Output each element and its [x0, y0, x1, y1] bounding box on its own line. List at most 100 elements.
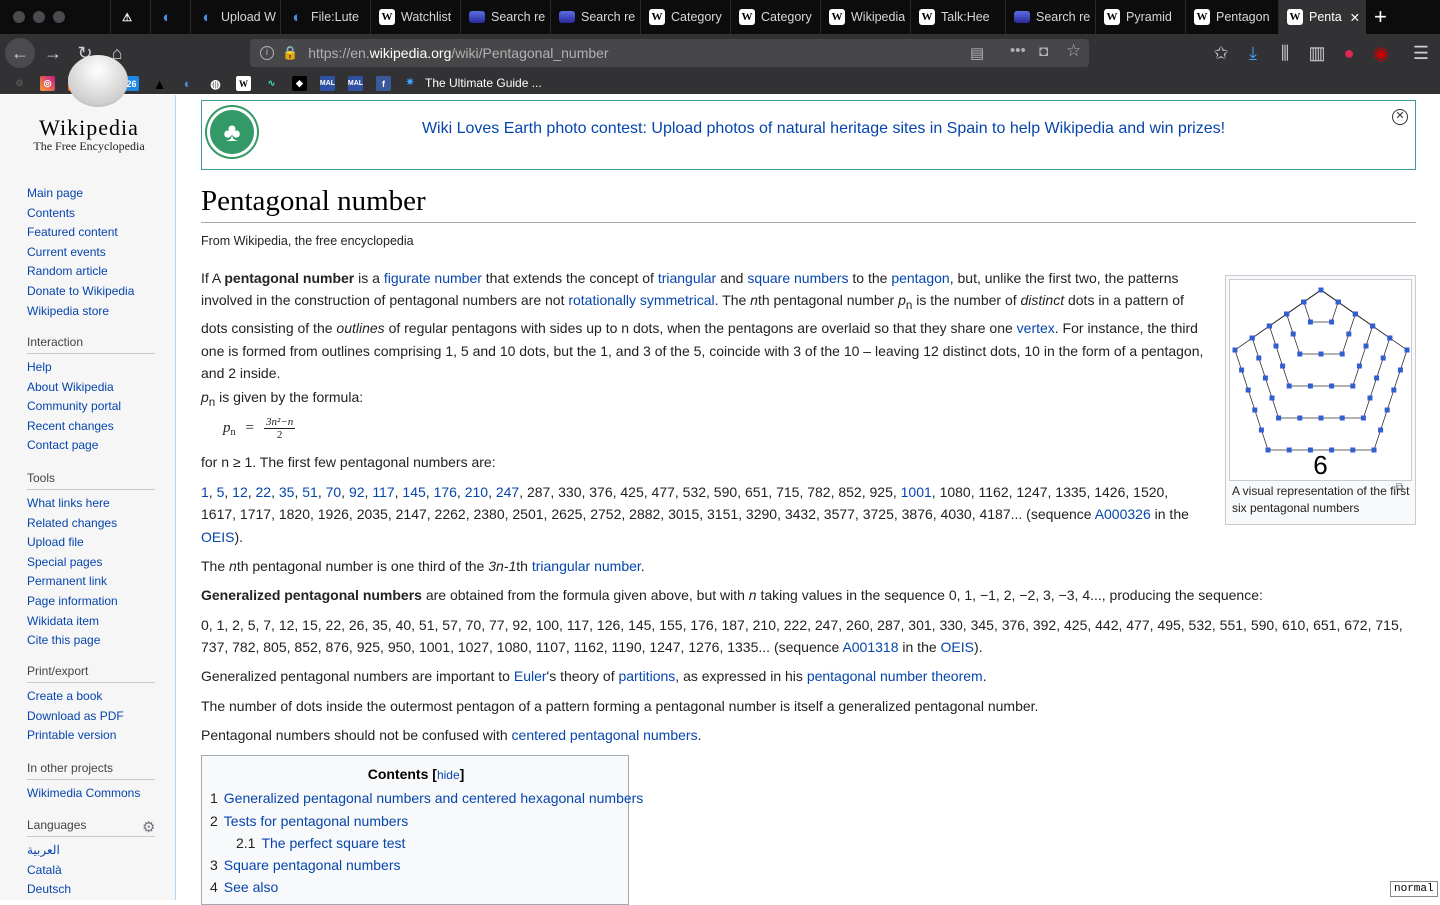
sidebar-link[interactable]: Special pages	[27, 554, 155, 574]
sidebar-link[interactable]: Download as PDF	[27, 708, 155, 728]
bookmark-mal-icon[interactable]: MAL	[320, 76, 335, 91]
sidebar-link[interactable]: Deutsch	[27, 881, 155, 901]
link-triangular[interactable]: triangular	[658, 270, 716, 286]
bookmark-mal-icon[interactable]: MAL	[348, 76, 363, 91]
sequence-number-link[interactable]: 145	[402, 484, 425, 500]
bookmark-icon[interactable]: ◆	[292, 76, 307, 91]
browser-tab[interactable]: ◐ Upload W	[190, 0, 280, 34]
toc-link[interactable]: See also	[224, 879, 278, 895]
link-pentagonal-number-theorem[interactable]: pentagonal number theorem	[807, 668, 983, 684]
banner-link[interactable]: Wiki Loves Earth photo contest: Upload p…	[202, 120, 1440, 138]
link-rotationally-symmetrical[interactable]: rotationally symmetrical	[568, 292, 714, 308]
sequence-number-link[interactable]: 117	[372, 484, 394, 500]
gear-icon[interactable]: ⚙	[142, 818, 155, 836]
sidebar-link[interactable]: What links here	[27, 495, 155, 515]
bookmark-chart-icon[interactable]: ∿	[264, 76, 279, 91]
toc-link[interactable]: The perfect square test	[261, 835, 405, 851]
url-text[interactable]: https://en.wikipedia.org/wiki/Pentagonal…	[308, 45, 608, 61]
library-icon[interactable]: ⫼	[1270, 38, 1300, 68]
sidebar-link[interactable]: Featured content	[27, 224, 155, 244]
url-bar[interactable]: i 🔒 https://en.wikipedia.org/wiki/Pentag…	[250, 39, 1089, 67]
bookmark-icon[interactable]: ◍	[208, 76, 223, 91]
sidebar-link[interactable]: Contact page	[27, 437, 155, 457]
browser-tab[interactable]: Search re	[550, 0, 640, 34]
sequence-number-link[interactable]: 70	[326, 484, 342, 500]
forward-button[interactable]: →	[38, 38, 68, 68]
zoom-window-button[interactable]	[53, 11, 65, 23]
browser-tab[interactable]: W Category	[730, 0, 820, 34]
browser-tab[interactable]: ⚠	[110, 0, 150, 34]
sequence-number-link[interactable]: 51	[302, 484, 318, 500]
browser-tab[interactable]: W Penta ✕	[1278, 0, 1366, 34]
close-icon[interactable]: ✕	[1392, 109, 1408, 125]
sidebar-link[interactable]: Català	[27, 862, 155, 882]
downloads-icon[interactable]: ⤓	[1238, 38, 1268, 68]
sidebar-link[interactable]: Random article	[27, 263, 155, 283]
toc-item[interactable]: 2 Tests for pentagonal numbers	[210, 813, 408, 829]
toc-item[interactable]: 3 Square pentagonal numbers	[210, 857, 400, 873]
browser-tab[interactable]: ◐	[150, 0, 190, 34]
sidebar-link[interactable]: العربية	[27, 842, 155, 862]
link-partitions[interactable]: partitions	[618, 668, 675, 684]
sequence-number-link[interactable]: 247	[496, 484, 519, 500]
toc-hide-link[interactable]: hide	[437, 768, 460, 782]
bookmark-wikipedia-icon[interactable]: W	[236, 76, 251, 91]
link-triangular-number[interactable]: triangular number	[532, 558, 641, 574]
sequence-number-link[interactable]: 5	[217, 484, 225, 500]
link-oeis[interactable]: OEIS	[941, 639, 974, 655]
sequence-number-link[interactable]: 1	[201, 484, 209, 500]
browser-tab[interactable]: Search re	[1005, 0, 1095, 34]
sequence-number-link[interactable]: 35	[279, 484, 295, 500]
sidebar-link[interactable]: Contents	[27, 205, 155, 225]
sidebar-link[interactable]: Recent changes	[27, 418, 155, 438]
browser-tab[interactable]: W Pyramid	[1095, 0, 1185, 34]
sidebar-link[interactable]: Wikimedia Commons	[27, 785, 155, 805]
sequence-number-link[interactable]: 12	[232, 484, 248, 500]
extension-icon[interactable]: ●	[1334, 38, 1364, 68]
bookmarks-menu-icon[interactable]: ✩	[1206, 38, 1236, 68]
bookmark-firefox-icon[interactable]: ◐	[180, 76, 195, 91]
toc-link[interactable]: Tests for pentagonal numbers	[224, 813, 408, 829]
sidebar-link[interactable]: Page information	[27, 593, 155, 613]
minimize-window-button[interactable]	[33, 11, 45, 23]
link-vertex[interactable]: vertex	[1017, 320, 1055, 336]
toc-item[interactable]: 4 See also	[210, 879, 278, 895]
toc-link[interactable]: Generalized pentagonal numbers and cente…	[224, 790, 644, 806]
bookmark-ultimate-guide[interactable]: The Ultimate Guide ...	[425, 76, 542, 90]
enlarge-icon[interactable]: ⧉	[1396, 482, 1403, 493]
link-square-numbers[interactable]: square numbers	[747, 270, 848, 286]
pentagonal-dots-image[interactable]: 6	[1229, 279, 1412, 481]
browser-tab[interactable]: W Talk:Hee	[910, 0, 1005, 34]
toc-item[interactable]: 2.1 The perfect square test	[236, 835, 405, 851]
link-centered-pentagonal-numbers[interactable]: centered pentagonal numbers	[512, 727, 698, 743]
sequence-number-link[interactable]: 210	[465, 484, 488, 500]
sequence-number-link[interactable]: 22	[256, 484, 272, 500]
link-figurate-number[interactable]: figurate number	[384, 270, 482, 286]
close-tab-icon[interactable]: ✕	[1350, 10, 1360, 25]
toc-item[interactable]: 1 Generalized pentagonal numbers and cent…	[210, 790, 643, 806]
sidebar-link[interactable]: Create a book	[27, 688, 155, 708]
sidebar-link[interactable]: Current events	[27, 244, 155, 264]
back-button[interactable]: ←	[5, 38, 35, 68]
bookmark-triangle-icon[interactable]: ▲	[152, 76, 167, 92]
bookmark-facebook-icon[interactable]: f	[376, 76, 391, 91]
link-pentagon[interactable]: pentagon	[891, 270, 949, 286]
sidebar-link[interactable]: Donate to Wikipedia	[27, 283, 155, 303]
sidebar-link[interactable]: Help	[27, 359, 155, 379]
sidebar-link[interactable]: Main page	[27, 185, 155, 205]
sidebar-link[interactable]: About Wikipedia	[27, 379, 155, 399]
sidebar-link[interactable]: Wikipedia store	[27, 303, 155, 323]
toc-link[interactable]: Square pentagonal numbers	[224, 857, 401, 873]
bookmark-star-icon[interactable]: ☆	[1066, 41, 1081, 61]
sidebar-link[interactable]: Upload file	[27, 534, 155, 554]
ublock-icon[interactable]: ◉	[1366, 38, 1396, 68]
close-window-button[interactable]	[13, 11, 25, 23]
browser-tab[interactable]: ◐ File:Lute	[280, 0, 370, 34]
sidebar-toggle-icon[interactable]: ▥	[1302, 38, 1332, 68]
sidebar-link[interactable]: Printable version	[27, 727, 155, 747]
link-a001318[interactable]: A001318	[842, 639, 898, 655]
page-actions-icon[interactable]: •••	[1010, 42, 1026, 59]
link-a000326[interactable]: A000326	[1095, 506, 1151, 522]
sequence-number-link[interactable]: 92	[349, 484, 365, 500]
browser-tab[interactable]: W Category	[640, 0, 730, 34]
